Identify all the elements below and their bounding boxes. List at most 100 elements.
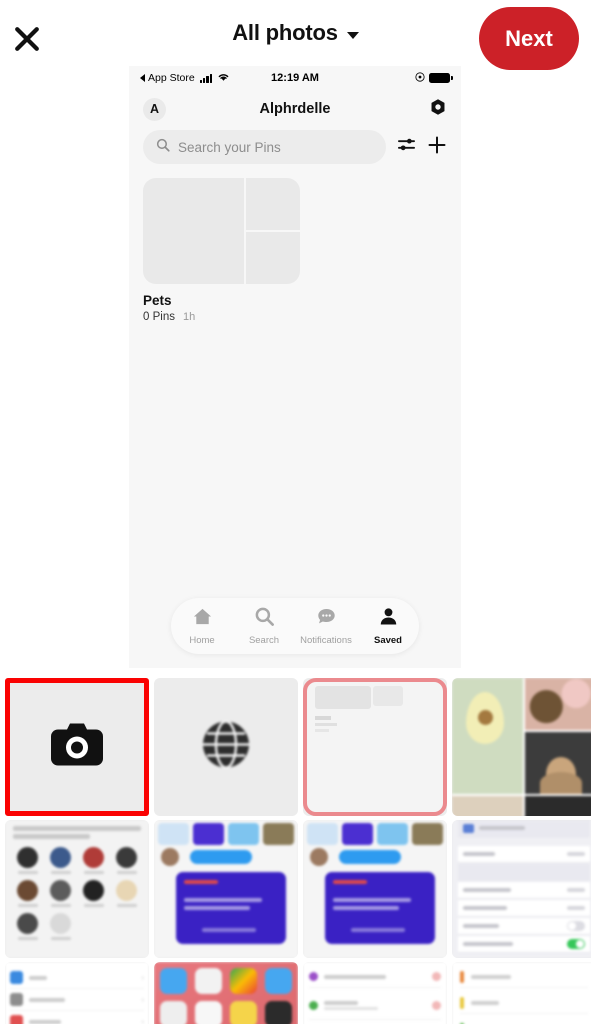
nav-item-notifications[interactable]: Notifications xyxy=(297,606,355,646)
preview-app-header: A Alphrdelle xyxy=(129,90,461,128)
list-item xyxy=(309,966,441,988)
home-icon xyxy=(192,606,213,632)
preview-search-row: Search your Pins xyxy=(129,130,461,164)
screenshot-content xyxy=(452,678,591,816)
purple-link-card xyxy=(325,872,435,944)
messaging-screenshot-tile[interactable] xyxy=(154,820,298,958)
nav-item-saved[interactable]: Saved xyxy=(359,606,417,646)
message-avatar xyxy=(310,848,328,866)
screenshot-content xyxy=(452,962,591,1024)
avatar-cell xyxy=(79,847,108,874)
placeholder-line xyxy=(315,716,331,720)
messaging-screenshot-tile-2[interactable] xyxy=(303,820,447,958)
placeholder-block xyxy=(315,686,371,709)
avatar-cell xyxy=(46,880,75,907)
contact-list-screenshot-tile[interactable] xyxy=(303,962,447,1024)
screenshot-content xyxy=(5,820,149,958)
nav-item-home[interactable]: Home xyxy=(173,606,231,646)
placeholder-line xyxy=(315,723,337,726)
board-name: Pets xyxy=(143,293,172,308)
screenshot-content xyxy=(303,962,447,1024)
home-screen-screenshot-tile[interactable] xyxy=(154,962,298,1024)
story-row xyxy=(158,823,294,845)
settings-row-toggle-on xyxy=(458,936,590,953)
board-card-pets[interactable]: Pets 0 Pins 1h xyxy=(143,178,447,323)
chevron-down-icon xyxy=(346,31,359,39)
camera-icon xyxy=(49,722,105,773)
settings-screenshot-tile[interactable] xyxy=(452,820,591,958)
avatar-cell xyxy=(13,913,42,940)
settings-row xyxy=(458,846,590,863)
chat-bubble-icon xyxy=(316,606,337,632)
avatar-cell xyxy=(46,847,75,874)
list-item xyxy=(460,1018,588,1024)
collage-photo-tile[interactable] xyxy=(452,678,591,816)
profile-username: Alphrdelle xyxy=(259,101,331,117)
screenshot-content xyxy=(303,820,447,958)
purple-link-card xyxy=(176,872,286,944)
mail-settings-screenshot-tile[interactable]: › › › › › xyxy=(5,962,149,1024)
board-timestamp: 1h xyxy=(182,311,196,323)
gear-icon[interactable] xyxy=(429,98,447,121)
search-placeholder: Search your Pins xyxy=(178,139,281,155)
settings-row-toggle xyxy=(458,918,590,935)
placeholder-line xyxy=(315,729,329,732)
story-row xyxy=(307,823,443,845)
search-input[interactable]: Search your Pins xyxy=(143,130,386,164)
globe-icon xyxy=(200,719,252,776)
board-meta: 0 Pins 1h xyxy=(143,311,447,323)
app-icon-grid xyxy=(160,968,292,1024)
screenshot-content: › › › › › xyxy=(5,962,149,1024)
screenshot-content xyxy=(154,962,298,1024)
settings-section-gap xyxy=(458,864,590,881)
nav-label-notifications: Notifications xyxy=(300,635,352,646)
nav-label-search: Search xyxy=(248,635,280,646)
avatar-cell xyxy=(46,913,75,940)
list-item: › xyxy=(10,1011,144,1024)
board-thumbnail xyxy=(143,178,300,284)
beige-card-photo xyxy=(452,796,523,816)
avatar-cell xyxy=(79,880,108,907)
cat-photo xyxy=(525,732,591,794)
food-photo xyxy=(525,678,591,730)
board-thumb-side xyxy=(246,178,300,284)
sliders-filter-icon[interactable] xyxy=(397,135,416,159)
message-bubble xyxy=(190,850,252,864)
contacts-grid-screenshot-tile[interactable] xyxy=(5,820,149,958)
photo-gallery-grid: › › › › › xyxy=(0,678,591,1024)
board-pin-count: 0 Pins xyxy=(143,311,175,323)
avocado-photo xyxy=(452,678,523,794)
photo-picker-screen: All photos Next App Store 12:19 AM A Alp… xyxy=(0,0,591,1024)
list-item xyxy=(460,966,588,988)
pinterest-board-screenshot-tile[interactable] xyxy=(303,678,447,816)
status-bar-time: 12:19 AM xyxy=(271,72,319,84)
boards-area: Pets 0 Pins 1h xyxy=(129,164,461,323)
camera-tile[interactable] xyxy=(5,678,149,816)
list-item: › xyxy=(10,967,144,989)
person-icon xyxy=(378,606,399,632)
avatar-cell xyxy=(13,880,42,907)
plus-icon[interactable] xyxy=(427,135,447,160)
message-avatar xyxy=(161,848,179,866)
settings-row xyxy=(458,900,590,917)
avatar-grid xyxy=(13,847,141,940)
screenshot-content xyxy=(154,820,298,958)
dark-strip-photo xyxy=(525,796,591,816)
list-item xyxy=(309,992,441,1020)
board-thumb-side-bottom xyxy=(246,232,300,284)
headline-line xyxy=(13,834,90,839)
nav-label-home: Home xyxy=(189,635,215,646)
album-title: All photos xyxy=(232,20,338,45)
category-list-screenshot-tile[interactable] xyxy=(452,962,591,1024)
web-tile[interactable] xyxy=(154,678,298,816)
board-thumb-side-top xyxy=(246,178,300,230)
nav-item-search[interactable]: Search xyxy=(235,606,293,646)
settings-header xyxy=(458,820,590,837)
screenshot-preview[interactable]: App Store 12:19 AM A Alphrdelle Search y… xyxy=(129,66,461,668)
placeholder-block xyxy=(373,686,403,706)
board-thumb-main xyxy=(143,178,244,284)
next-button[interactable]: Next xyxy=(479,7,579,70)
avatar-cell xyxy=(112,847,141,874)
battery-full-icon xyxy=(429,73,453,83)
headline-line xyxy=(13,826,141,831)
